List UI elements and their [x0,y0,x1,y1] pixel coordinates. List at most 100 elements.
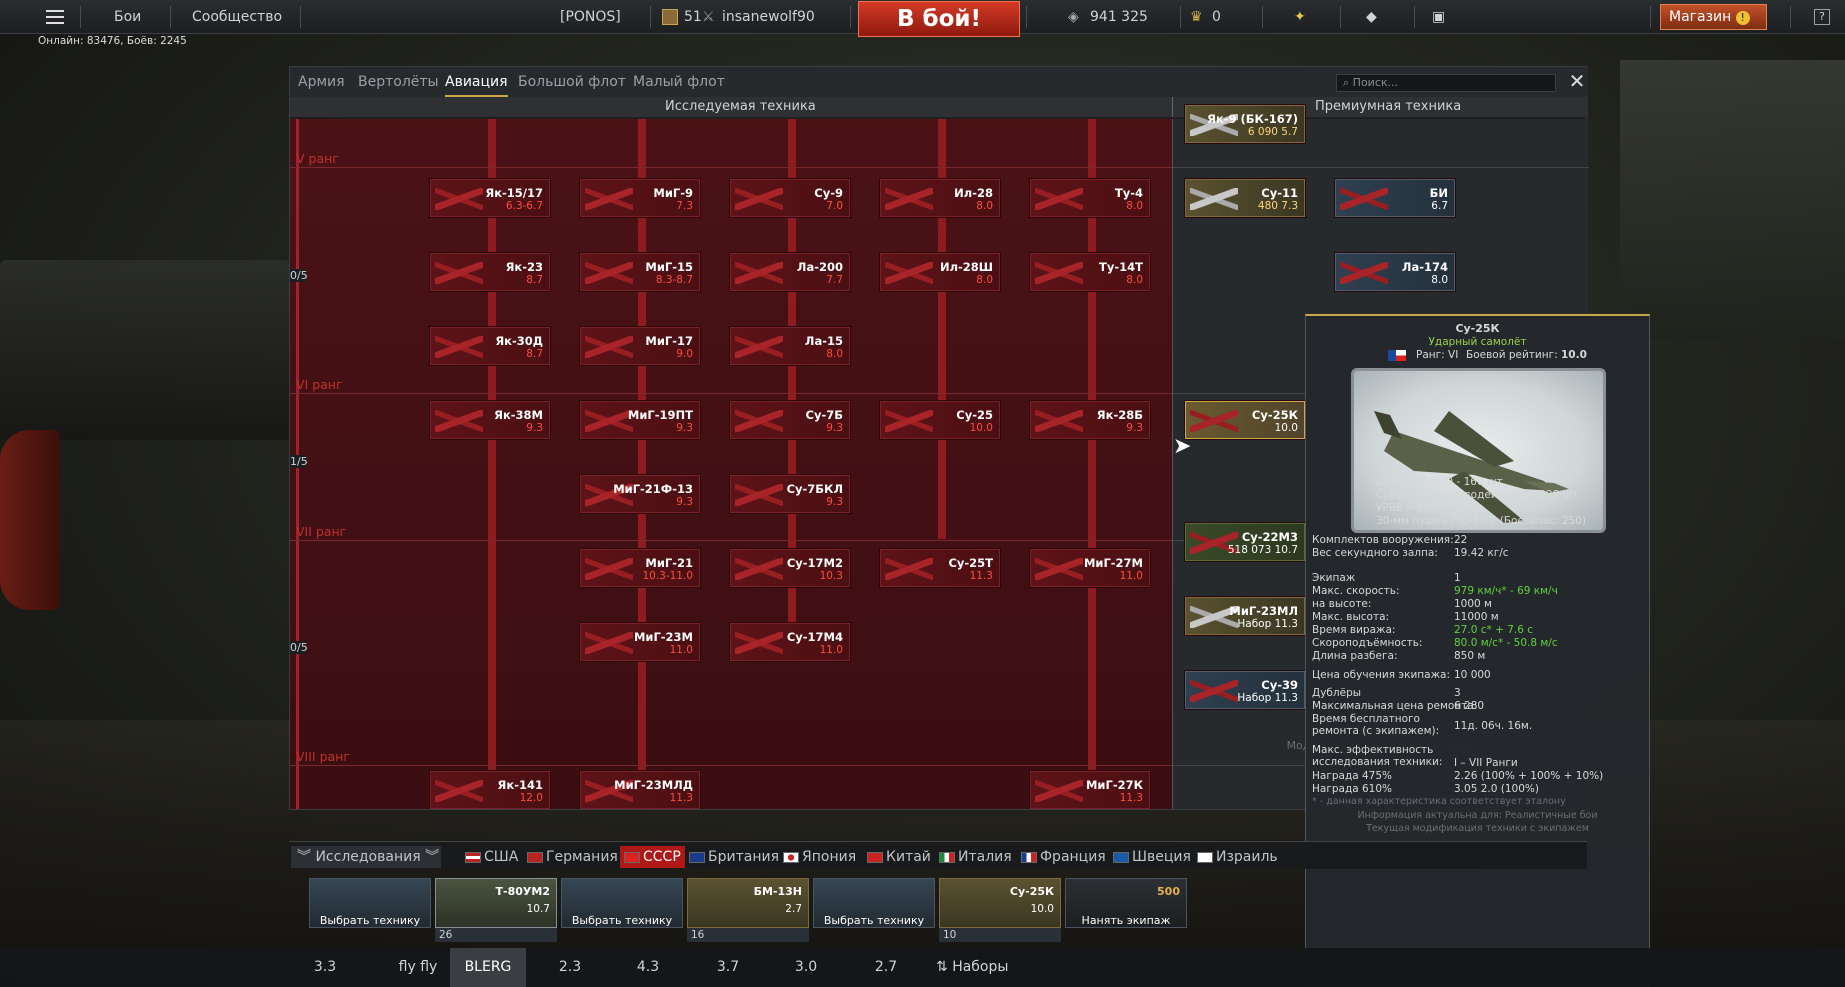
vehicle-card[interactable]: Су-25Т 11.3 [880,549,1000,587]
shop-button[interactable]: Магазин ! [1660,4,1767,30]
vehicle-card[interactable]: Су-17М2 10.3 [730,549,850,587]
premium-vehicle-card[interactable]: Су-11 480 7.3 [1185,179,1305,217]
vehicle-card[interactable]: МиГ-17 9.0 [580,327,700,365]
help-button[interactable]: ? [1814,9,1830,25]
to-battle-button[interactable]: В бой! [858,1,1020,37]
crew-slot[interactable]: БМ-13Н 2.7 [687,878,809,928]
vehicle-card[interactable]: Як-30Д 8.7 [430,327,550,365]
jet-icon [585,558,633,580]
vehicle-br: Набор 11.3 [1237,618,1298,630]
tab-coastal-fleet[interactable]: Малый флот [633,67,725,97]
unit-icon[interactable]: ◆ [1366,0,1377,34]
vehicle-card[interactable]: МиГ-23М 11.0 [580,623,700,661]
tab-bluewater-fleet[interactable]: Большой флот [518,67,626,97]
vehicle-card[interactable]: Ту-14Т 8.0 [1030,253,1150,291]
preset-tab[interactable]: fly fly [378,948,458,987]
jet-icon [1190,680,1238,702]
battles-menu[interactable]: Бои [114,0,141,34]
premium-vehicle-card[interactable]: Су-39 Набор 11.3 [1185,671,1305,709]
vehicle-card[interactable]: Ил-28 8.0 [880,179,1000,217]
premium-vehicle-card[interactable]: МиГ-23МЛ Набор 11.3 [1185,597,1305,635]
vehicle-br: 9.3 [676,496,693,508]
preset-tab[interactable]: 2.3 [540,948,600,987]
player-nickname[interactable]: insanewolf90 [722,0,815,34]
vehicle-card[interactable]: Ла-200 7.7 [730,253,850,291]
crew-slot-empty[interactable]: Выбрать технику [561,878,683,928]
vehicle-card[interactable]: Су-17М4 11.0 [730,623,850,661]
stat-value: 22 [1454,534,1468,546]
preset-tab[interactable]: 3.0 [776,948,836,987]
presets-button[interactable]: ⇅ Наборы [936,948,1036,987]
vehicle-card[interactable]: МиГ-21 10.3-11.0 [580,549,700,587]
nation-tabs: ︾ Исследования ︾ США Германия СССР Брита… [289,841,1587,869]
tooltip-rating-label: Боевой рейтинг: [1466,349,1558,361]
vehicle-card[interactable]: МиГ-27К 11.3 [1030,771,1150,809]
tab-aviation[interactable]: Авиация [445,67,508,97]
vehicle-card[interactable]: МиГ-27М 11.0 [1030,549,1150,587]
close-button[interactable]: ✕ [1566,71,1588,93]
search-input[interactable]: ⌕ Поиск... [1336,74,1556,92]
tab-helicopters[interactable]: Вертолёты [358,67,439,97]
preset-tab-active[interactable]: BLERG [450,948,526,987]
slot-crew-level: 16 [687,928,809,942]
preset-tab[interactable]: 3.3 [295,948,355,987]
vehicle-card[interactable]: МиГ-19ПТ 9.3 [580,401,700,439]
vehicle-br: 11.0 [819,644,843,656]
menu-icon[interactable] [46,0,64,34]
research-toggle[interactable]: ︾ Исследования ︾ [291,846,441,868]
preset-tab[interactable]: 3.7 [698,948,758,987]
nation-tab-usa[interactable]: США [465,846,518,868]
avatar[interactable] [662,0,680,34]
preset-tab[interactable]: 4.3 [618,948,678,987]
nation-tab-britain[interactable]: Британия [689,846,779,868]
vehicle-name: МиГ-23МЛ [1229,604,1298,618]
vehicle-card[interactable]: МиГ-21Ф-13 9.3 [580,475,700,513]
community-menu[interactable]: Сообщество [192,0,282,34]
premium-vehicle-card[interactable]: Ла-174 8.0 [1335,253,1455,291]
nation-tab-italy[interactable]: Италия [939,846,1012,868]
premium-vehicle-card[interactable]: Як-9 (БК-167) 6 090 5.7 [1185,105,1305,143]
vehicle-br: 8.7 [526,348,543,360]
vehicle-card[interactable]: МиГ-9 7.3 [580,179,700,217]
vehicle-card[interactable]: Су-7БКЛ 9.3 [730,475,850,513]
premium-vehicle-card[interactable]: БИ 6.7 [1335,179,1455,217]
vehicle-card[interactable]: Як-141 12.0 [430,771,550,809]
vehicle-card[interactable]: Су-25 10.0 [880,401,1000,439]
premium-vehicle-card[interactable]: Су-22М3 518 073 10.7 [1185,523,1305,561]
nation-tab-sweden[interactable]: Швеция [1113,846,1191,868]
vehicle-card[interactable]: Як-28Б 9.3 [1030,401,1150,439]
hire-crew-slot[interactable]: 500 Нанять экипаж [1065,878,1187,928]
nation-tab-israel[interactable]: Израиль [1197,846,1278,868]
tab-army[interactable]: Армия [298,67,345,97]
vehicle-br: 6.7 [1431,200,1448,212]
squad-tag[interactable]: [PONOS] [560,0,621,34]
stat-value: 850 м [1454,650,1486,662]
vehicle-card[interactable]: Су-9 7.0 [730,179,850,217]
vehicle-card[interactable]: Ил-28Ш 8.0 [880,253,1000,291]
stat-label: Время бесплатного ремонта (с экипажем): [1312,713,1440,737]
vehicle-card[interactable]: Су-7Б 9.3 [730,401,850,439]
vehicle-card[interactable]: Ту-4 8.0 [1030,179,1150,217]
vehicle-card[interactable]: Як-23 8.7 [430,253,550,291]
coupon-icon[interactable]: ▣ [1432,0,1445,34]
preset-tab[interactable]: 2.7 [856,948,916,987]
vehicle-card[interactable]: МиГ-15 8.3-8.7 [580,253,700,291]
nation-tab-germany[interactable]: Германия [527,846,618,868]
nation-tab-ussr[interactable]: СССР [620,846,685,868]
weapon-line: ракеты С-8КО - 160 шт. [1376,476,1507,488]
nation-tab-japan[interactable]: Япония [783,846,856,868]
crew-slot[interactable]: Т-80УМ2 10.7 [435,878,557,928]
nation-tab-china[interactable]: Китай [867,846,931,868]
crew-slot[interactable]: Су-25К 10.0 [939,878,1061,928]
nation-tab-france[interactable]: Франция [1021,846,1106,868]
lightbulb-icon[interactable]: ✦ [1294,0,1306,34]
vehicle-br: 10.3 [819,570,843,582]
jet-icon [585,410,633,432]
crew-slot-empty[interactable]: Выбрать технику [813,878,935,928]
crew-slot-empty[interactable]: Выбрать технику [309,878,431,928]
vehicle-card[interactable]: Ла-15 8.0 [730,327,850,365]
vehicle-card[interactable]: МиГ-23МЛД 11.3 [580,771,700,809]
vehicle-card[interactable]: Як-38М 9.3 [430,401,550,439]
premium-vehicle-card-selected[interactable]: Су-25К 10.0 [1185,401,1305,439]
vehicle-card[interactable]: Як-15/17 6.3-6.7 [430,179,550,217]
